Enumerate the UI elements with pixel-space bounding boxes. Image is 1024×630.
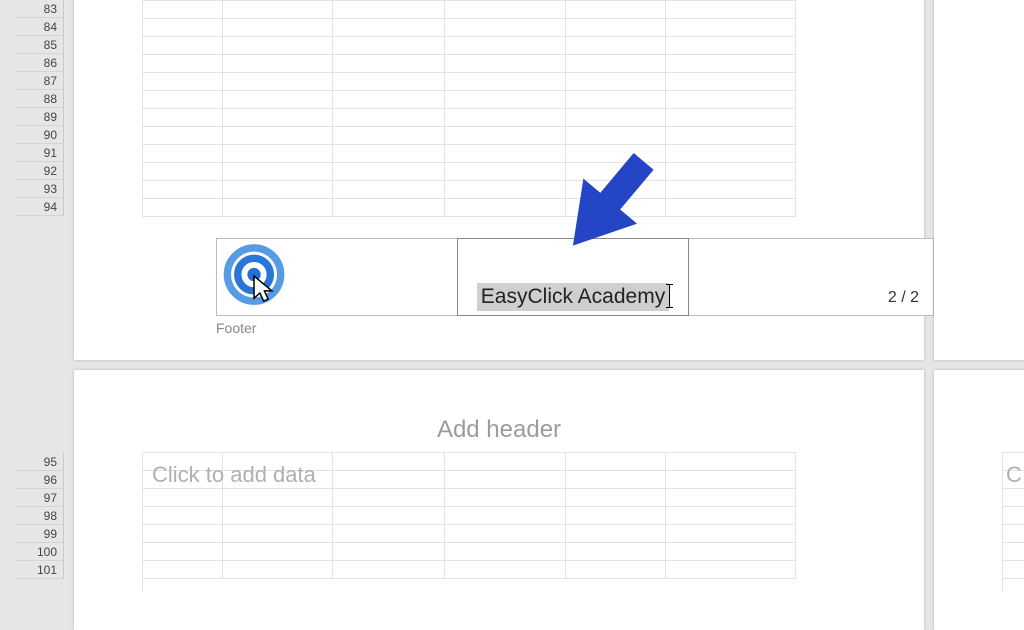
page-top-right <box>934 0 1024 360</box>
footer-center-section[interactable]: EasyClick Academy <box>457 238 689 316</box>
row-header[interactable]: 101 <box>16 561 64 579</box>
page-bottom-right: C <box>934 370 1024 630</box>
row-header[interactable]: 87 <box>16 72 64 90</box>
page-bottom: Add header Click to add data <box>74 370 924 630</box>
row-header[interactable]: 85 <box>16 36 64 54</box>
spreadsheet-grid[interactable] <box>142 0 796 218</box>
right-partial-placeholder: C <box>1006 462 1022 488</box>
footer-right-section[interactable]: 2 / 2 <box>689 239 933 315</box>
row-header[interactable]: 90 <box>16 126 64 144</box>
row-header[interactable]: 99 <box>16 525 64 543</box>
page-top: EasyClick Academy 2 / 2 Footer <box>74 0 924 360</box>
row-header[interactable]: 97 <box>16 489 64 507</box>
row-header[interactable]: 84 <box>16 18 64 36</box>
row-header[interactable]: 88 <box>16 90 64 108</box>
row-headers-bottom: 95 96 97 98 99 100 101 <box>16 453 64 579</box>
click-to-add-data-placeholder[interactable]: Click to add data <box>152 462 316 488</box>
row-header[interactable]: 86 <box>16 54 64 72</box>
footer-center-text[interactable]: EasyClick Academy <box>477 283 669 311</box>
row-header[interactable]: 98 <box>16 507 64 525</box>
row-header[interactable]: 83 <box>16 0 64 18</box>
footer-left-section[interactable] <box>217 239 457 315</box>
row-header[interactable]: 94 <box>16 198 64 216</box>
row-header[interactable]: 96 <box>16 471 64 489</box>
row-header[interactable]: 93 <box>16 180 64 198</box>
row-headers-top: 83 84 85 86 87 88 89 90 91 92 93 94 <box>16 0 64 216</box>
footer-label: Footer <box>216 320 256 336</box>
footer-area[interactable]: EasyClick Academy 2 / 2 <box>216 238 934 316</box>
row-header[interactable]: 92 <box>16 162 64 180</box>
footer-page-number: 2 / 2 <box>888 289 919 307</box>
row-header[interactable]: 89 <box>16 108 64 126</box>
row-header[interactable]: 100 <box>16 543 64 561</box>
row-header[interactable]: 91 <box>16 144 64 162</box>
add-header-placeholder[interactable]: Add header <box>74 416 924 444</box>
row-header[interactable]: 95 <box>16 453 64 471</box>
